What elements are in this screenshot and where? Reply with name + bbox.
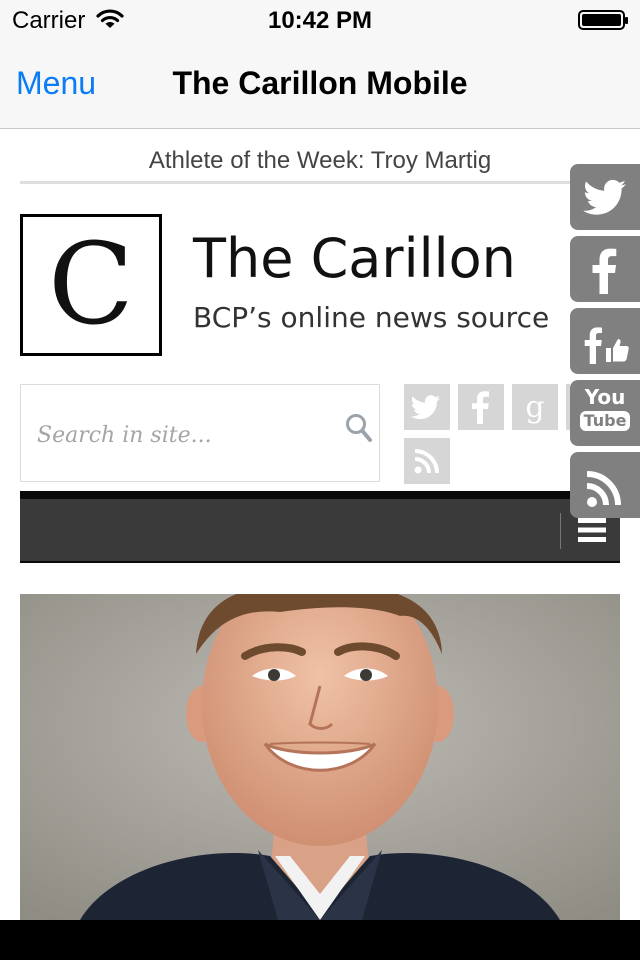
logo-letter: C: [48, 220, 134, 350]
site-title[interactable]: The Carillon: [193, 227, 516, 290]
hamburger-icon[interactable]: [578, 516, 606, 549]
facebook-icon[interactable]: [458, 384, 504, 430]
youtube-icon: You Tube: [576, 386, 634, 431]
twitter-icon[interactable]: [404, 384, 450, 430]
site-navigation-strip: [20, 491, 620, 563]
share-facebook-button[interactable]: [570, 236, 640, 302]
page-title: The Carillon Mobile: [172, 65, 468, 101]
svg-text:g: g: [525, 390, 544, 425]
search-input[interactable]: [37, 415, 327, 455]
share-youtube-button[interactable]: You Tube: [570, 380, 640, 446]
web-content[interactable]: Athlete of the Week: Troy Martig C The C…: [0, 129, 640, 920]
battery-icon: [578, 10, 630, 35]
strip-divider: [560, 513, 561, 549]
bottom-bar: [0, 920, 640, 960]
news-ticker[interactable]: Athlete of the Week: Troy Martig: [20, 147, 620, 184]
site-logo[interactable]: C: [20, 214, 162, 356]
rss-icon[interactable]: [404, 438, 450, 484]
youtube-top-label: You: [584, 385, 626, 409]
navigation-bar: Menu The Carillon Mobile: [0, 40, 640, 129]
athlete-photo[interactable]: [20, 594, 620, 920]
search-box[interactable]: [20, 384, 380, 482]
share-facebook-like-button[interactable]: [570, 308, 640, 374]
share-rss-button[interactable]: [570, 452, 640, 518]
share-twitter-button[interactable]: [570, 164, 640, 230]
clock: 10:42 PM: [267, 7, 373, 34]
google-plus-icon[interactable]: g: [512, 384, 558, 430]
site-tagline: BCP’s online news source: [193, 301, 550, 334]
search-icon[interactable]: [345, 413, 373, 448]
status-bar: Carrier 10:42 PM: [0, 0, 640, 40]
youtube-bottom-label: Tube: [579, 411, 631, 431]
